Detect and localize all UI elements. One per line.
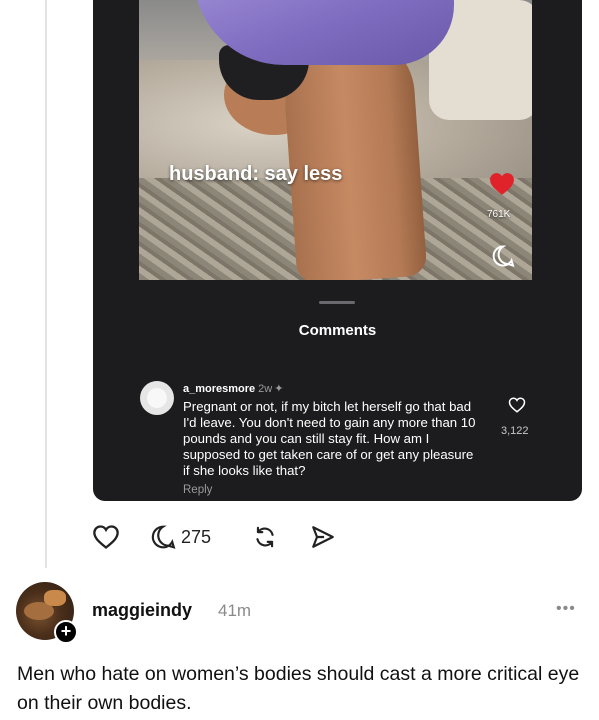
repost-icon <box>256 526 274 548</box>
more-icon[interactable]: ••• <box>556 601 576 617</box>
comment-meta: a_moresmore 2w ✦ <box>183 382 283 395</box>
comments-sheet-title: Comments <box>298 322 377 339</box>
heart-icon <box>490 173 514 195</box>
like-button[interactable] <box>92 521 120 553</box>
commenter-avatar <box>140 381 174 415</box>
comment-like-count: 3,122 <box>501 425 529 437</box>
plus-icon[interactable]: + <box>54 620 78 644</box>
heart-icon <box>93 525 119 549</box>
commenter-username: a_moresmore <box>183 383 256 395</box>
comment-icon <box>151 525 176 549</box>
comment-count: 275 <box>181 526 212 547</box>
embedded-video-image: husband: say less 761K <box>139 0 532 280</box>
comment-text: Pregnant or not, if my bitch let herself… <box>183 399 476 478</box>
comment-time: 2w <box>258 383 273 395</box>
comment-heart-icon <box>508 397 526 413</box>
sheet-handle[interactable] <box>319 301 355 304</box>
comment-icon <box>492 245 515 267</box>
thread-line <box>45 0 47 568</box>
repost-button[interactable] <box>252 521 278 553</box>
post-timestamp: 41m <box>218 601 252 620</box>
post-text: Men who hate on women’s bodies should ca… <box>17 663 580 714</box>
avatar-shape <box>44 590 66 606</box>
post-username[interactable]: maggieindy <box>92 600 192 621</box>
comment-button[interactable]: 275 <box>150 521 211 553</box>
pin-icon: ✦ <box>274 383 284 395</box>
embedded-screenshot-card: husband: say less 761K Comments a_moresm… <box>93 0 582 501</box>
image-caption: husband: say less <box>169 163 343 185</box>
comment-reply-link: Reply <box>183 484 213 496</box>
post-action-bar: 275 <box>92 521 352 553</box>
send-icon <box>312 526 334 548</box>
image-like-count: 761K <box>487 209 511 220</box>
share-button[interactable] <box>310 521 336 553</box>
